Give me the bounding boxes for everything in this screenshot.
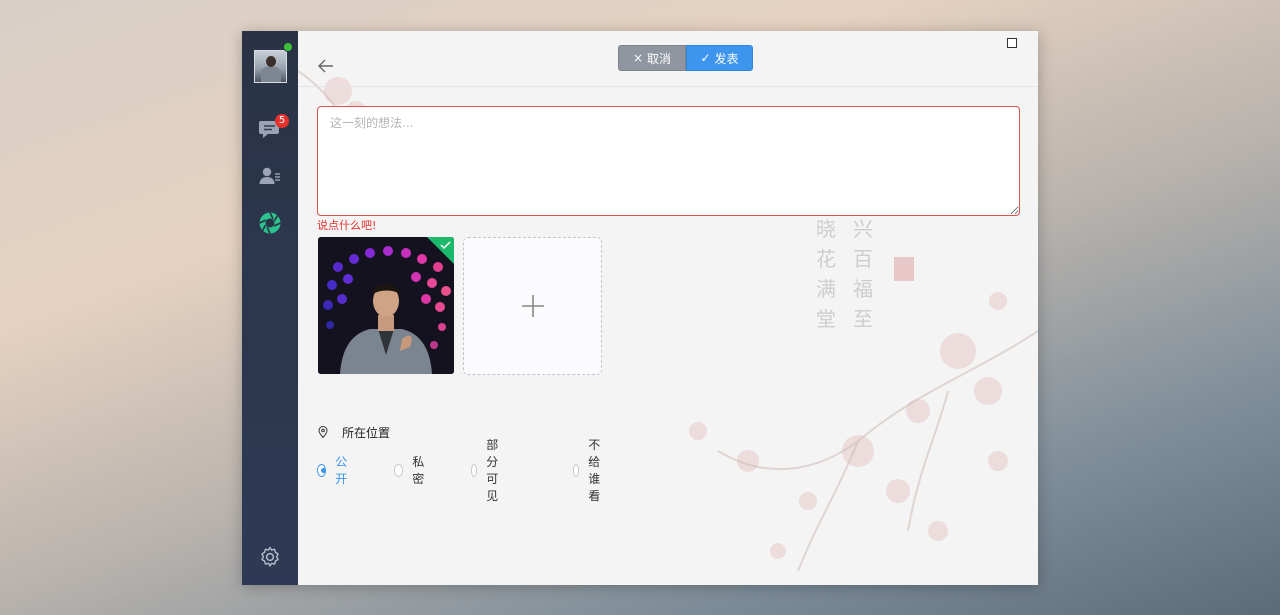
user-avatar[interactable] (254, 50, 287, 83)
svg-text:兴: 兴 (853, 217, 873, 241)
selected-check-icon (427, 237, 454, 264)
radio-checked-icon (317, 463, 327, 477)
add-photo-button[interactable] (463, 237, 602, 375)
unread-badge: 5 (275, 114, 289, 128)
svg-text:福: 福 (853, 277, 873, 301)
svg-text:堂: 堂 (816, 307, 836, 331)
window-maximize-icon[interactable] (1007, 38, 1017, 48)
validation-error: 说点什么吧! (317, 219, 377, 232)
gear-icon[interactable] (258, 545, 282, 569)
svg-text:晓: 晓 (816, 217, 836, 241)
back-arrow-icon[interactable] (316, 56, 336, 76)
publish-button[interactable]: ✓ 发表 (686, 45, 753, 71)
svg-text:满: 满 (816, 277, 836, 301)
plus-icon (522, 295, 544, 317)
top-toolbar: × 取消 ✓ 发表 (298, 31, 1038, 87)
radio-unchecked-icon (471, 463, 478, 477)
visibility-exclude-radio[interactable]: 不给谁看 (573, 438, 607, 503)
online-status-dot (283, 42, 293, 52)
check-icon: ✓ (700, 51, 711, 65)
main-panel: 兴百福至 晓花满堂 × 取消 ✓ 发表 说点什么吧! (298, 31, 1038, 585)
action-button-group: × 取消 ✓ 发表 (618, 45, 753, 71)
visibility-public-radio[interactable]: 公开 (317, 455, 351, 486)
selected-photo-thumbnail[interactable] (318, 237, 454, 374)
radio-label: 不给谁看 (588, 438, 601, 503)
radio-unchecked-icon (573, 463, 580, 477)
radio-label: 私密 (412, 455, 425, 486)
radio-label: 部分可见 (486, 438, 499, 503)
cancel-label: 取消 (647, 51, 672, 66)
location-picker[interactable]: 所在位置 (318, 424, 390, 440)
sidebar: 5 (242, 31, 298, 585)
visibility-private-radio[interactable]: 私密 (394, 455, 428, 486)
radio-unchecked-icon (394, 463, 404, 477)
thought-textarea[interactable] (317, 106, 1020, 216)
location-pin-icon (318, 426, 328, 438)
publish-label: 发表 (714, 51, 739, 66)
location-label: 所在位置 (342, 425, 391, 440)
moments-shutter-icon[interactable] (258, 211, 282, 235)
visibility-partial-radio[interactable]: 部分可见 (471, 438, 505, 503)
moments-editor-window: 5 兴 百 福 至 晓 花 满 堂 × 取消 ✓ 发表 这一刻的想法... 说点… (242, 31, 1038, 585)
svg-text:至: 至 (853, 307, 873, 331)
contacts-icon[interactable] (258, 164, 282, 188)
radio-label: 公开 (335, 455, 348, 486)
svg-text:花: 花 (816, 247, 836, 271)
cancel-button[interactable]: × 取消 (618, 45, 686, 71)
svg-text:百: 百 (853, 247, 873, 271)
close-icon: × (632, 51, 644, 65)
